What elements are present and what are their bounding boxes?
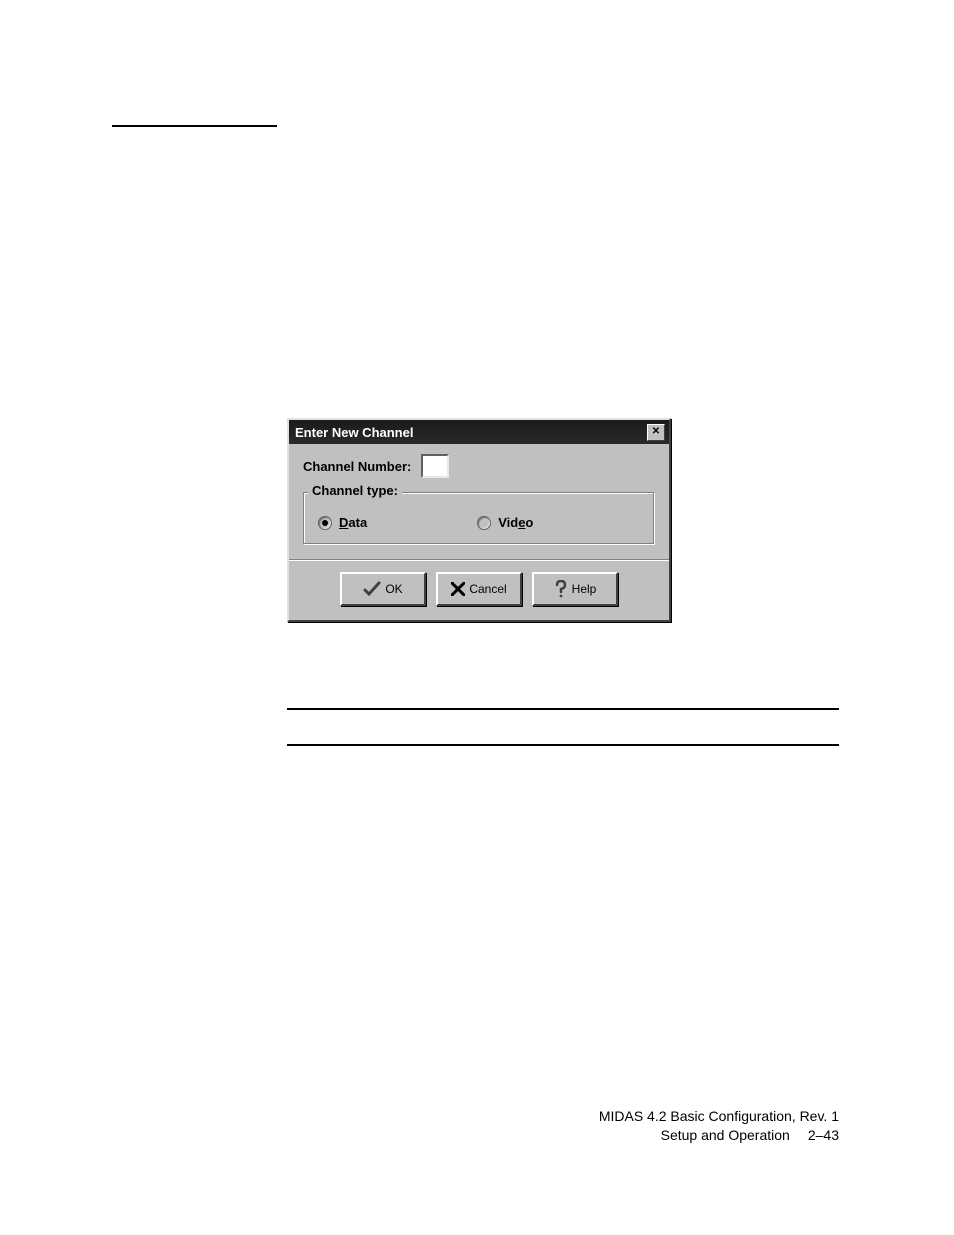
check-icon — [363, 581, 381, 597]
cancel-button[interactable]: Cancel — [436, 572, 522, 606]
ok-button-label: OK — [385, 582, 402, 596]
channel-number-input[interactable] — [421, 454, 449, 478]
help-button-label: Help — [572, 582, 597, 596]
radio-data-indicator — [318, 516, 332, 530]
footer-line-2: Setup and Operation2–43 — [599, 1126, 839, 1145]
enter-new-channel-dialog: Enter New Channel ✕ Channel Number: Chan… — [287, 418, 671, 622]
help-button[interactable]: Help — [532, 572, 618, 606]
radio-video[interactable]: Video — [477, 515, 533, 530]
radio-video-indicator — [477, 516, 491, 530]
dialog-button-bar: OK Cancel Help — [289, 559, 669, 620]
close-icon: ✕ — [652, 426, 660, 437]
radio-data[interactable]: Data — [318, 515, 367, 530]
radio-data-label: Data — [339, 515, 367, 530]
channel-number-label: Channel Number: — [303, 459, 411, 474]
cancel-button-label: Cancel — [469, 582, 506, 596]
top-horizontal-rule — [112, 125, 277, 127]
dialog-body: Channel Number: Channel type: Data Video — [289, 444, 669, 545]
radio-video-label: Video — [498, 515, 533, 530]
dialog-title: Enter New Channel — [293, 425, 413, 440]
question-icon — [554, 580, 568, 598]
channel-type-group: Channel type: Data Video — [303, 492, 655, 545]
dialog-titlebar: Enter New Channel ✕ — [289, 420, 669, 444]
close-button[interactable]: ✕ — [647, 424, 665, 441]
channel-number-row: Channel Number: — [303, 454, 655, 478]
ok-button[interactable]: OK — [340, 572, 426, 606]
horizontal-rule-2 — [287, 744, 839, 746]
footer-line-1: MIDAS 4.2 Basic Configuration, Rev. 1 — [599, 1107, 839, 1126]
page-footer: MIDAS 4.2 Basic Configuration, Rev. 1 Se… — [599, 1107, 839, 1145]
horizontal-rule-1 — [287, 708, 839, 710]
channel-type-label: Channel type: — [308, 483, 402, 498]
x-icon — [451, 582, 465, 596]
radio-row: Data Video — [318, 515, 640, 530]
